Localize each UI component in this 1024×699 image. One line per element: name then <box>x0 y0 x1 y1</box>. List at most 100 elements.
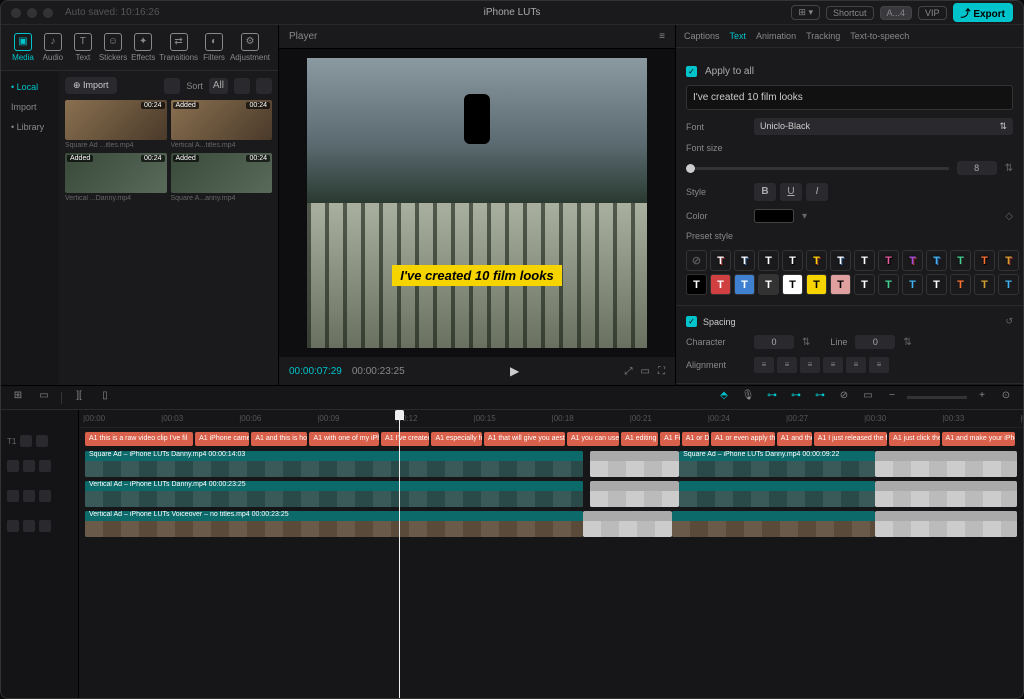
play-button[interactable]: ▶ <box>510 364 519 378</box>
visibility-icon[interactable] <box>23 520 35 532</box>
apply-all-checkbox[interactable]: ✓ <box>686 66 697 77</box>
video-clip[interactable] <box>875 451 1017 477</box>
scale-icon[interactable]: ⤢ <box>625 366 633 377</box>
filter-all-button[interactable]: All <box>209 78 228 94</box>
zoom-in-icon[interactable]: + <box>973 390 991 406</box>
tool-tab-transitions[interactable]: ⇄Transitions <box>159 31 198 64</box>
align-bottom-button[interactable]: ≡ <box>869 357 889 373</box>
sidebar-item[interactable]: • Library <box>1 117 59 137</box>
text-preset[interactable]: T <box>782 250 803 271</box>
text-track[interactable]: A1 this is a raw video clip I've filA1 i… <box>79 430 1023 448</box>
spacing-checkbox[interactable]: ✓ <box>686 316 697 327</box>
spacing-reset-icon[interactable]: ↺ <box>1005 316 1013 327</box>
color-swatch[interactable] <box>754 209 794 223</box>
video-clip[interactable]: Vertical Ad – iPhone LUTs Danny.mp4 00:0… <box>85 481 583 507</box>
maximize-icon[interactable] <box>43 8 53 18</box>
text-preset[interactable]: T <box>782 274 803 295</box>
underline-button[interactable]: U <box>780 183 802 201</box>
text-preset[interactable]: T <box>806 250 827 271</box>
text-clip[interactable]: A1 editing <box>621 432 658 446</box>
video-clip[interactable]: Square Ad – iPhone LUTs Danny.mp4 00:00:… <box>85 451 583 477</box>
text-clip[interactable]: A1 and the <box>777 432 812 446</box>
video-track[interactable]: Vertical Ad – iPhone LUTs Voiceover – no… <box>79 510 1023 538</box>
text-preset[interactable]: T <box>974 274 995 295</box>
tl-link-icon[interactable]: ⊘ <box>835 390 853 406</box>
tl-cursor-icon[interactable]: ⬘ <box>715 390 733 406</box>
text-preset[interactable]: T <box>926 274 947 295</box>
text-preset[interactable]: T <box>758 274 779 295</box>
text-preset[interactable]: T <box>950 250 971 271</box>
tl-delete-icon[interactable]: ▯ <box>96 390 114 406</box>
video-clip[interactable] <box>672 511 875 537</box>
inspector-tab-captions[interactable]: Captions <box>684 31 720 41</box>
text-clip[interactable]: A1 especially for <box>431 432 481 446</box>
visibility-icon[interactable] <box>36 435 48 447</box>
tl-magnet2-icon[interactable]: ⊶ <box>787 390 805 406</box>
minimize-icon[interactable] <box>27 8 37 18</box>
user-badge[interactable]: A...4 <box>880 6 913 20</box>
italic-button[interactable]: I <box>806 183 828 201</box>
sort-button[interactable]: Sort <box>186 81 203 91</box>
fontsize-input[interactable]: 8 <box>957 161 997 175</box>
text-clip[interactable]: A1 and make your iPhone vi <box>942 432 1015 446</box>
media-thumb[interactable]: 00:24Square Ad ...itles.mp4 <box>65 100 167 149</box>
video-clip[interactable] <box>590 481 679 507</box>
text-preset[interactable]: T <box>830 250 851 271</box>
tl-select-icon[interactable]: ▭ <box>35 390 53 406</box>
tool-tab-stickers[interactable]: ☺Stickers <box>99 31 127 64</box>
zoom-fit-icon[interactable]: ⊙ <box>997 390 1015 406</box>
character-input[interactable]: 0 <box>754 335 794 349</box>
lock-icon[interactable] <box>39 460 51 472</box>
layout-icon[interactable]: ⊞ ▾ <box>791 5 820 20</box>
text-preset[interactable]: T <box>998 274 1019 295</box>
shortcut-button[interactable]: Shortcut <box>826 6 874 20</box>
text-preset[interactable]: T <box>734 274 755 295</box>
sidebar-item[interactable]: Import <box>1 97 59 117</box>
player-menu-icon[interactable]: ≡ <box>659 31 665 42</box>
mute-icon[interactable] <box>7 460 19 472</box>
text-preset[interactable]: T <box>878 274 899 295</box>
text-preset[interactable]: T <box>710 274 731 295</box>
text-preset[interactable]: T <box>854 274 875 295</box>
text-clip[interactable]: A1 or D <box>682 432 709 446</box>
zoom-out-icon[interactable]: − <box>883 390 901 406</box>
text-clip[interactable]: A1 I just released the ful <box>814 432 887 446</box>
text-preset[interactable]: T <box>878 250 899 271</box>
lock-icon[interactable] <box>39 490 51 502</box>
sidebar-item[interactable]: • Local <box>1 77 59 97</box>
text-content-field[interactable]: I've created 10 film looks <box>686 85 1013 110</box>
bold-button[interactable]: B <box>754 183 776 201</box>
mute-icon[interactable] <box>7 520 19 532</box>
text-preset[interactable]: T <box>734 250 755 271</box>
tl-magnet1-icon[interactable]: ⊶ <box>763 390 781 406</box>
mute-icon[interactable] <box>7 490 19 502</box>
text-clip[interactable]: A1 with one of my iPh <box>309 432 379 446</box>
inspector-tab-text[interactable]: Text <box>730 31 747 41</box>
media-thumb[interactable]: Added00:24Vertical ...Danny.mp4 <box>65 153 167 202</box>
media-thumb[interactable]: Added00:24Vertical A...titles.mp4 <box>171 100 273 149</box>
refresh-icon[interactable] <box>234 78 250 94</box>
video-clip[interactable]: Vertical Ad – iPhone LUTs Voiceover – no… <box>85 511 583 537</box>
video-clip[interactable]: Square Ad – iPhone LUTs Danny.mp4 00:00:… <box>679 451 875 477</box>
text-preset[interactable]: T <box>686 274 707 295</box>
text-preset[interactable]: T <box>830 274 851 295</box>
text-preset[interactable]: T <box>950 274 971 295</box>
video-clip[interactable] <box>875 481 1017 507</box>
inspector-tab-text-to-speech[interactable]: Text-to-speech <box>850 31 909 41</box>
tool-tab-adjustment[interactable]: ⚙Adjustment <box>230 31 270 64</box>
tl-split-icon[interactable]: ][ <box>70 390 88 406</box>
text-clip[interactable]: A1 iPhone came <box>195 432 249 446</box>
text-preset[interactable]: ⊘ <box>686 250 707 271</box>
media-thumb[interactable]: Added00:24Square A...anny.mp4 <box>171 153 273 202</box>
text-preset[interactable]: T <box>854 250 875 271</box>
text-clip[interactable]: A1 and this is how <box>251 432 307 446</box>
video-clip[interactable] <box>875 511 1017 537</box>
font-select[interactable]: Uniclo-Black⇅ <box>754 118 1013 135</box>
text-clip[interactable]: A1 Fi <box>660 432 680 446</box>
visibility-icon[interactable] <box>23 460 35 472</box>
text-preset[interactable]: T <box>998 250 1019 271</box>
video-clip[interactable] <box>590 451 679 477</box>
color-reset-icon[interactable]: ◇ <box>1005 211 1013 222</box>
video-clip[interactable] <box>583 511 672 537</box>
zoom-slider[interactable] <box>907 396 967 399</box>
